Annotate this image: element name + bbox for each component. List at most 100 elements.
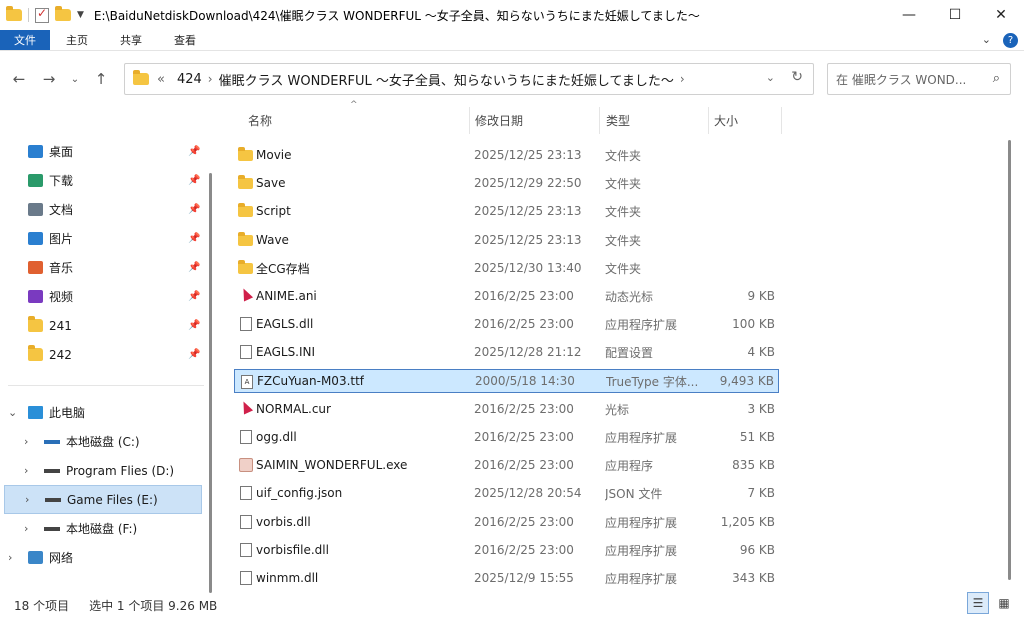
file-type: 应用程序	[605, 458, 654, 473]
pin-icon[interactable]: 📌	[188, 349, 200, 360]
chevron-right-icon[interactable]: ›	[24, 464, 36, 477]
file-name: winmm.dll	[256, 571, 319, 585]
breadcrumb-item[interactable]: 424	[177, 72, 202, 87]
file-row[interactable]: Movie 2025/12/25 23:13 文件夹	[234, 143, 779, 167]
chevron-right-icon[interactable]: ›	[24, 522, 36, 535]
file-date: 2016/2/25 23:00	[474, 458, 574, 472]
file-row[interactable]: Script 2025/12/25 23:13 文件夹	[234, 199, 779, 223]
new-folder-icon[interactable]	[55, 6, 71, 21]
chevron-right-icon[interactable]: ›	[24, 435, 36, 448]
chevron-right-icon[interactable]: ›	[8, 551, 20, 564]
sidebar-item-desktop[interactable]: 桌面 📌	[28, 137, 208, 166]
file-row[interactable]: winmm.dll 2025/12/9 15:55 应用程序扩展 343 KB	[234, 566, 779, 590]
file-list-scrollbar[interactable]	[1008, 140, 1011, 580]
pin-icon[interactable]: 📌	[188, 262, 200, 273]
sidebar-item-folder[interactable]: 242 📌	[28, 340, 208, 369]
breadcrumb-chevron-icon[interactable]: ›	[208, 72, 213, 86]
sidebar-item-label: 桌面	[49, 145, 74, 159]
file-row[interactable]: EAGLS.dll 2016/2/25 23:00 应用程序扩展 100 KB	[234, 312, 779, 336]
file-row[interactable]: ogg.dll 2016/2/25 23:00 应用程序扩展 51 KB	[234, 425, 779, 449]
breadcrumb-item[interactable]: 催眠クラス WONDERFUL ～女子全員、知らないうちにまた妊娠してました～	[219, 70, 674, 89]
customize-toolbar-icon[interactable]: ▼	[77, 10, 84, 20]
drive-icon	[44, 526, 60, 531]
breadcrumb-chevron-icon[interactable]: ›	[680, 72, 685, 86]
file-row[interactable]: NORMAL.cur 2016/2/25 23:00 光标 3 KB	[234, 397, 779, 421]
sidebar-item-drive[interactable]: › Program Flies (D:)	[8, 456, 204, 485]
sidebar-item-network[interactable]: › 网络	[8, 543, 204, 572]
sidebar-item-drive[interactable]: › 本地磁盘 (F:)	[8, 514, 204, 543]
sidebar-item-label: 此电脑	[49, 406, 86, 420]
font-file-icon: A	[241, 375, 253, 389]
refresh-icon[interactable]: ↻	[791, 69, 803, 85]
search-placeholder: 在 催眠クラス WOND...	[836, 72, 967, 87]
sidebar-item-document[interactable]: 文档 📌	[28, 195, 208, 224]
close-button[interactable]: ✕	[978, 0, 1024, 30]
file-type: 文件夹	[605, 233, 642, 248]
tab-home[interactable]: 主页	[50, 30, 104, 50]
chevron-down-icon[interactable]: ⌄	[8, 406, 20, 419]
file-date: 2025/12/28 21:12	[474, 345, 582, 359]
file-date: 2016/2/25 23:00	[474, 317, 574, 331]
search-icon[interactable]: ⌕	[993, 71, 1000, 86]
sidebar-item-music[interactable]: 音乐 📌	[28, 253, 208, 282]
details-view-button[interactable]: ☰	[967, 592, 989, 614]
pin-icon[interactable]: 📌	[188, 204, 200, 215]
tab-file[interactable]: 文件	[0, 30, 50, 50]
file-row[interactable]: A FZCuYuan-M03.ttf 2000/5/18 14:30 TrueType…	[234, 369, 779, 393]
sidebar-item-label: 网络	[49, 551, 74, 565]
file-row[interactable]: ANIME.ani 2016/2/25 23:00 动态光标 9 KB	[234, 284, 779, 308]
column-header-date[interactable]: 修改日期	[467, 107, 597, 134]
sidebar-item-video[interactable]: 视频 📌	[28, 282, 208, 311]
sidebar-item-folder[interactable]: 241 📌	[28, 311, 208, 340]
file-row[interactable]: EAGLS.INI 2025/12/28 21:12 配置设置 4 KB	[234, 340, 779, 364]
pin-icon[interactable]: 📌	[188, 320, 200, 331]
forward-button[interactable]: →	[34, 70, 64, 88]
file-date: 2025/12/30 13:40	[474, 261, 582, 275]
folder-icon	[238, 175, 253, 189]
sidebar-item-this-pc[interactable]: ⌄ 此电脑	[8, 398, 204, 427]
column-header-name[interactable]: 名称	[240, 107, 468, 134]
file-row[interactable]: SAIMIN_WONDERFUL.exe 2016/2/25 23:00 应用程序 8…	[234, 453, 779, 477]
file-row[interactable]: Wave 2025/12/25 23:13 文件夹	[234, 228, 779, 252]
address-bar[interactable]: « 424 › 催眠クラス WONDERFUL ～女子全員、知らないうちにまた妊…	[124, 63, 814, 95]
sidebar-item-download[interactable]: 下载 📌	[28, 166, 208, 195]
chevron-right-icon[interactable]: ›	[25, 493, 37, 506]
pin-icon[interactable]: 📌	[188, 233, 200, 244]
tab-view[interactable]: 查看	[158, 30, 212, 50]
pin-icon[interactable]: 📌	[188, 146, 200, 157]
sidebar-item-drive[interactable]: › Game Files (E:)	[4, 485, 202, 514]
pin-icon[interactable]: 📌	[188, 291, 200, 302]
file-date: 2016/2/25 23:00	[474, 543, 574, 557]
minimize-button[interactable]: —	[886, 0, 932, 30]
file-type: JSON 文件	[605, 486, 663, 501]
column-header-size[interactable]: 大小	[706, 107, 782, 134]
folder-icon	[6, 6, 22, 21]
tab-share[interactable]: 共享	[104, 30, 158, 50]
sidebar-item-label: 下载	[49, 174, 74, 188]
up-button[interactable]: ↑	[86, 70, 116, 88]
file-size: 835 KB	[732, 458, 775, 472]
file-row[interactable]: uif_config.json 2025/12/28 20:54 JSON 文件 7 …	[234, 481, 779, 505]
large-icons-view-button[interactable]: ▦	[993, 592, 1015, 614]
properties-icon[interactable]	[35, 6, 49, 23]
recent-locations-button[interactable]: ⌄	[64, 74, 86, 85]
sidebar-item-drive[interactable]: › 本地磁盘 (C:)	[8, 427, 204, 456]
file-row[interactable]: vorbisfile.dll 2016/2/25 23:00 应用程序扩展 96 KB	[234, 538, 779, 562]
search-input[interactable]: 在 催眠クラス WOND... ⌕	[827, 63, 1011, 95]
file-row[interactable]: 全CG存档 2025/12/30 13:40 文件夹	[234, 256, 779, 280]
sidebar-item-label: 视频	[49, 290, 74, 304]
help-icon[interactable]: ?	[1003, 33, 1018, 48]
nav-scrollbar[interactable]	[209, 173, 212, 593]
pin-icon[interactable]: 📌	[188, 175, 200, 186]
file-row[interactable]: vorbis.dll 2016/2/25 23:00 应用程序扩展 1,205 KB	[234, 510, 779, 534]
file-row[interactable]: Save 2025/12/29 22:50 文件夹	[234, 171, 779, 195]
breadcrumb-overflow[interactable]: «	[157, 72, 165, 87]
column-header-type[interactable]: 类型	[598, 107, 708, 134]
file-type: 文件夹	[605, 261, 642, 276]
maximize-button[interactable]: ☐	[932, 0, 978, 30]
back-button[interactable]: ←	[4, 70, 34, 88]
address-dropdown-icon[interactable]: ⌄	[766, 71, 775, 84]
sidebar-item-pictures[interactable]: 图片 📌	[28, 224, 208, 253]
folder-icon	[28, 316, 43, 332]
expand-ribbon-icon[interactable]: ⌄	[982, 33, 991, 48]
